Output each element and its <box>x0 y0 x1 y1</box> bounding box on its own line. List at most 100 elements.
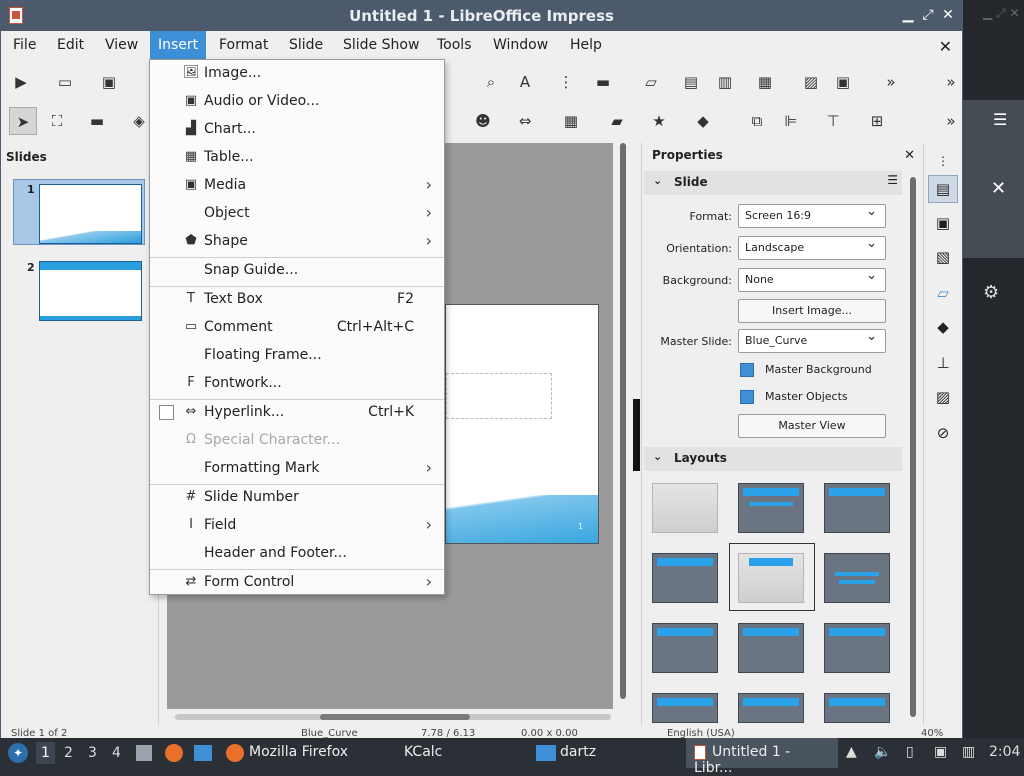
flowchart-icon[interactable]: ▦ <box>561 111 581 131</box>
vertical-scrollbar[interactable] <box>620 143 626 699</box>
more-tools-icon[interactable]: » <box>881 72 901 92</box>
start-menu-icon[interactable]: ✦ <box>8 743 28 763</box>
find-icon[interactable]: ⌕ <box>481 72 501 92</box>
grid-icon[interactable]: ⋮ <box>556 72 576 92</box>
slide-thumb-1[interactable] <box>39 184 142 244</box>
line-color-icon[interactable]: ▬ <box>87 111 107 131</box>
close-icon[interactable]: ✕ <box>939 6 957 24</box>
callouts-icon[interactable]: ▰ <box>607 111 627 131</box>
menu-window[interactable]: Window <box>493 37 548 53</box>
insert-menu-item[interactable]: ▣ Media › <box>150 172 444 200</box>
menu-format[interactable]: Format <box>219 37 268 53</box>
insert-menu-item[interactable]: T Text Box F2 <box>150 286 444 314</box>
menu-slide-show[interactable]: Slide Show <box>343 37 419 53</box>
image-toolbar-icon[interactable]: ▨ <box>801 72 821 92</box>
firefox-launcher-icon[interactable] <box>165 744 183 762</box>
tray-up-icon[interactable]: ▲ <box>846 744 857 760</box>
slide-section-header[interactable]: ⌄ Slide ☰ <box>644 171 902 195</box>
layout-three-content[interactable] <box>738 623 804 673</box>
stars-icon[interactable]: ★ <box>649 111 669 131</box>
insert-menu-item[interactable]: ⇄ Form Control › <box>150 569 444 597</box>
layout-row4-3[interactable] <box>824 693 890 723</box>
maximize-icon[interactable]: ⤢ <box>919 6 937 24</box>
more-drawing-icon[interactable]: » <box>941 111 961 131</box>
hyperlink-checkbox[interactable] <box>159 405 174 420</box>
insert-menu-item[interactable]: Formatting Mark › <box>150 455 444 483</box>
format-combo[interactable]: Screen 16:9 <box>738 204 886 228</box>
insert-menu-item[interactable]: Header and Footer... <box>150 540 444 568</box>
insert-menu-item[interactable]: F Fontwork... <box>150 370 444 398</box>
transformations-icon[interactable]: ⧉ <box>747 111 767 131</box>
layout-six-content[interactable] <box>824 623 890 673</box>
save-icon[interactable]: ▣ <box>99 72 119 92</box>
slide-transition-icon[interactable]: ▣ <box>933 213 953 233</box>
close-icon[interactable]: ✕ <box>991 178 1006 199</box>
styles-icon[interactable]: ◆ <box>933 317 953 337</box>
table-toolbar-icon[interactable]: ▦ <box>755 72 775 92</box>
insert-menu-item[interactable]: ▟ Chart... <box>150 116 444 144</box>
insert-menu-item[interactable]: # Slide Number <box>150 484 444 512</box>
taskbar-firefox[interactable]: Mozilla Firefox <box>249 744 348 760</box>
master-view-button[interactable]: Master View <box>738 414 886 438</box>
arrange-icon[interactable]: ⊤ <box>823 111 843 131</box>
insert-menu-item[interactable]: Object › <box>150 200 444 228</box>
slide-show-icon[interactable]: ▤ <box>681 72 701 92</box>
properties-scrollbar[interactable] <box>910 177 916 717</box>
horizontal-scrollbar[interactable] <box>175 714 611 720</box>
insert-menu-item[interactable]: Floating Frame... <box>150 342 444 370</box>
more-options-icon[interactable]: ⋮ <box>933 151 953 171</box>
insert-menu-item[interactable]: ▣ Audio or Video... <box>150 88 444 116</box>
menu-slide[interactable]: Slide <box>289 37 323 53</box>
taskbar-kcalc[interactable]: KCalc <box>404 744 442 760</box>
orientation-combo[interactable]: Landscape <box>738 236 886 260</box>
terminal-icon[interactable] <box>194 745 212 761</box>
gallery-icon[interactable]: ⊥ <box>933 353 953 373</box>
workspace-3[interactable]: 3 <box>88 745 97 761</box>
menu-file[interactable]: File <box>13 37 36 53</box>
workspace-4[interactable]: 4 <box>112 745 121 761</box>
insert-menu-item[interactable]: ⬟ Shape › <box>150 228 444 256</box>
layout-row4-2[interactable] <box>738 693 804 723</box>
menu-help[interactable]: Help <box>570 37 602 53</box>
comment-toolbar-icon[interactable]: ▱ <box>641 72 661 92</box>
fill-color-icon[interactable]: ◈ <box>129 111 149 131</box>
insert-menu-item[interactable]: ▭ Comment Ctrl+Alt+C <box>150 314 444 342</box>
animation-icon[interactable]: ▧ <box>933 247 953 267</box>
master-slide-combo[interactable]: Blue_Curve <box>738 329 886 353</box>
layout-row4-1[interactable] <box>652 693 718 723</box>
text-placeholder[interactable] <box>446 373 552 419</box>
settings-gear-icon[interactable]: ⚙ <box>983 282 999 303</box>
layouts-section-header[interactable]: ⌄ Layouts <box>644 447 902 471</box>
slide-thumb-2[interactable] <box>39 261 142 321</box>
display-views-icon[interactable]: ▬ <box>591 72 615 92</box>
menu-tools[interactable]: Tools <box>437 37 472 53</box>
block-arrows-icon[interactable]: ⇔ <box>515 111 535 131</box>
distribute-icon[interactable]: ⊞ <box>867 111 887 131</box>
menu-edit[interactable]: Edit <box>57 37 84 53</box>
volume-icon[interactable]: 🔈 <box>874 744 891 760</box>
layout-title-two-content[interactable] <box>652 553 718 603</box>
master-background-checkbox[interactable] <box>740 363 754 377</box>
layout-centered-text[interactable] <box>824 553 890 603</box>
insert-menu-item[interactable]: ▦ Table... <box>150 144 444 172</box>
select-icon[interactable]: ➤ <box>9 107 37 135</box>
presenter-icon[interactable]: ▥ <box>715 72 735 92</box>
insert-menu-item[interactable]: I Field › <box>150 512 444 540</box>
close-document-icon[interactable]: ✕ <box>939 37 952 56</box>
insert-menu-item[interactable]: 🖼 Image... <box>150 60 444 88</box>
slide-page[interactable]: 1 <box>445 304 599 544</box>
close-properties-icon[interactable]: ✕ <box>904 148 915 163</box>
taskbar-dartz[interactable]: dartz <box>560 744 596 760</box>
layout-four-content[interactable] <box>652 623 718 673</box>
insert-menu-item[interactable]: ⇔ Hyperlink... Ctrl+K <box>150 399 444 427</box>
workspace-1[interactable]: 1 <box>36 742 55 764</box>
align-icon[interactable]: ⊫ <box>781 111 801 131</box>
insert-menu-item[interactable]: Snap Guide... <box>150 257 444 285</box>
start-presentation-icon[interactable]: ▶ <box>11 72 31 92</box>
master-slides-icon[interactable]: ▱ <box>933 283 953 303</box>
layout-title-slide[interactable] <box>738 553 804 603</box>
3d-objects-icon[interactable]: ◆ <box>693 111 713 131</box>
layout-title-only[interactable] <box>824 483 890 533</box>
more-tools-2-icon[interactable]: » <box>941 72 961 92</box>
navigator-icon[interactable]: ⊘ <box>933 423 953 443</box>
